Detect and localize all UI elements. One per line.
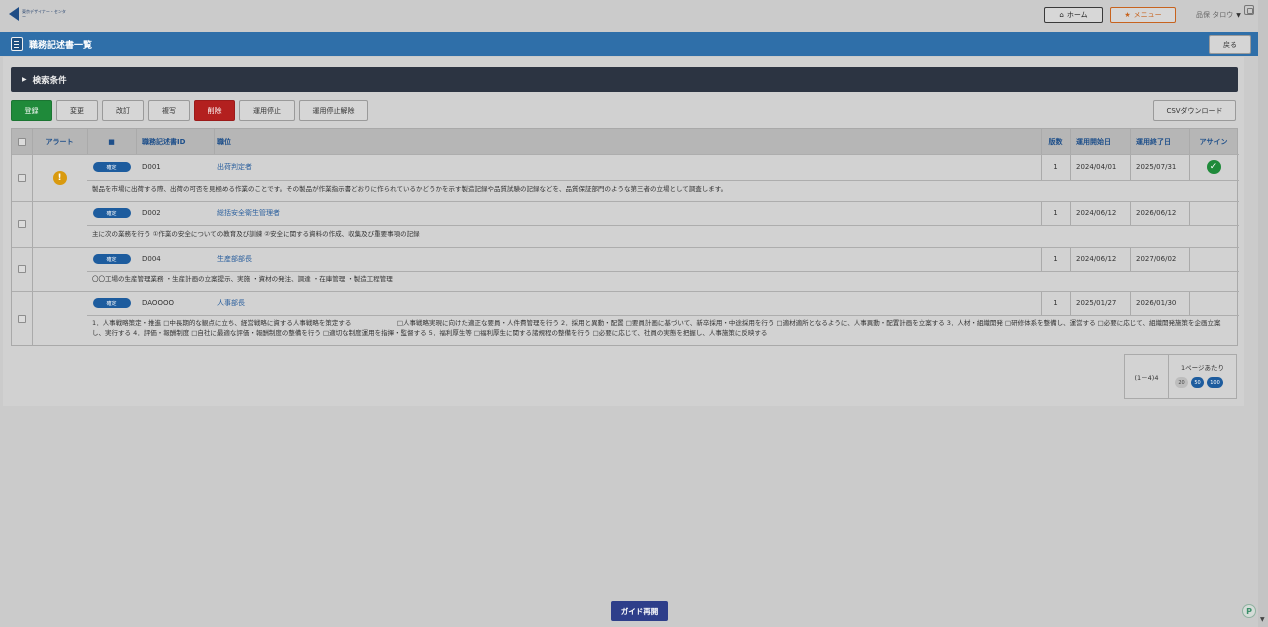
- unsuspend-button[interactable]: 運用停止解除: [299, 100, 368, 121]
- position-link[interactable]: 生産部部長: [217, 247, 252, 271]
- register-button[interactable]: 登録: [11, 100, 52, 121]
- star-icon: ★: [1124, 11, 1131, 19]
- per-page-label: 1ページあたり: [1180, 364, 1224, 372]
- search-conditions-label: 検索条件: [32, 75, 67, 86]
- pager-range: (1－4)4: [1125, 355, 1169, 398]
- row-version: 1: [1053, 299, 1058, 307]
- help-chat-icon[interactable]: P: [1242, 604, 1256, 618]
- guide-resume-button[interactable]: ガイド再開: [611, 601, 668, 621]
- table-row: [12, 154, 32, 201]
- row-description: 〇〇工場の生産管理業務 ・生産計画の立案提示、実施 ・資材の発注、調達 ・在庫管…: [92, 275, 393, 283]
- fullscreen-icon[interactable]: [1244, 5, 1254, 15]
- main-content: ▶ 検索条件 登録 変更 改訂 複写 削除 運用停止 運用停止解除 CSVダウン…: [3, 57, 1244, 406]
- caret-down-icon: ▼: [1236, 11, 1241, 19]
- page-scrollbar[interactable]: [1258, 0, 1268, 627]
- alert-icon: !: [52, 170, 67, 185]
- page-size-20[interactable]: 20: [1175, 377, 1188, 388]
- row-start-date: 2024/04/01: [1076, 163, 1117, 171]
- select-all-checkbox[interactable]: [18, 137, 26, 146]
- home-button[interactable]: ⌂ ホーム: [1044, 7, 1103, 23]
- status-badge: 確定: [92, 162, 131, 172]
- row-id: D002: [142, 209, 161, 217]
- menu-label: メニュー: [1133, 11, 1162, 19]
- header-position[interactable]: 職位: [217, 129, 517, 154]
- delete-button[interactable]: 削除: [194, 100, 235, 121]
- suspend-button[interactable]: 運用停止: [239, 100, 295, 121]
- page-size-100[interactable]: 100: [1207, 377, 1223, 388]
- row-checkbox[interactable]: [18, 173, 26, 182]
- position-link[interactable]: 人事部長: [217, 291, 245, 315]
- search-conditions-toggle[interactable]: ▶ 検索条件: [11, 67, 1238, 92]
- triangle-right-icon: ▶: [22, 76, 27, 83]
- header-version[interactable]: 版数: [1041, 129, 1070, 154]
- row-end-date: 2026/01/30: [1136, 299, 1177, 307]
- row-description: 製品を市場に出荷する際、出荷の可否を見極める作業のことです。その製品が作業指示書…: [92, 185, 728, 193]
- page-title: 職務記述書一覧: [29, 41, 93, 51]
- revise-button[interactable]: 改訂: [102, 100, 144, 121]
- header-alert[interactable]: アラート: [32, 129, 87, 154]
- row-start-date: 2025/01/27: [1076, 299, 1117, 307]
- row-id: D001: [142, 163, 161, 171]
- table-row: [12, 201, 32, 247]
- job-description-table: アラート ■ 職務記述書ID 職位 版数 運用開始日 運用終了日 アサイン ! …: [11, 128, 1239, 346]
- status-badge: 確定: [92, 254, 131, 264]
- row-start-date: 2024/06/12: [1076, 255, 1117, 263]
- table-row: [12, 291, 32, 346]
- row-checkbox[interactable]: [18, 220, 26, 228]
- user-dropdown[interactable]: 品保 タロウ ▼: [1188, 7, 1246, 23]
- header-mark[interactable]: ■: [87, 129, 136, 154]
- document-icon: [11, 37, 23, 51]
- company-logo[interactable]: 東京デザイナー・センター: [9, 6, 69, 22]
- row-version: 1: [1053, 255, 1058, 263]
- page-title-bar: 職務記述書一覧 戻る: [0, 32, 1258, 56]
- row-start-date: 2024/06/12: [1076, 209, 1117, 217]
- row-checkbox[interactable]: [18, 314, 26, 323]
- position-link[interactable]: 総括安全衛生管理者: [217, 201, 280, 225]
- scroll-down-icon[interactable]: ▼: [1260, 616, 1265, 623]
- pagination: (1－4)4 1ページあたり 20 50 100: [1124, 354, 1237, 399]
- page-size-options: 20 50 100: [1175, 377, 1223, 388]
- action-toolbar: 登録 変更 改訂 複写 削除 運用停止 運用停止解除: [11, 100, 368, 121]
- header-id[interactable]: 職務記述書ID: [142, 129, 214, 154]
- row-description: 1．人事戦略策定・推進 □中長期的な観点に立ち、経営戦略に資する人事戦略を策定す…: [92, 319, 1221, 337]
- csv-download-button[interactable]: CSVダウンロード: [1153, 100, 1236, 121]
- home-icon: ⌂: [1059, 11, 1064, 19]
- row-end-date: 2025/07/31: [1136, 163, 1177, 171]
- table-row: [12, 247, 32, 291]
- row-version: 1: [1053, 163, 1058, 171]
- page-size-50[interactable]: 50: [1191, 377, 1204, 388]
- row-end-date: 2026/06/12: [1136, 209, 1177, 217]
- logo-mark-icon: [9, 7, 19, 21]
- row-description: 主に次の業務を行う ①作業の安全についての教育及び訓練 ②安全に関する資料の作成…: [92, 230, 420, 238]
- row-id: D004: [142, 255, 161, 263]
- row-checkbox[interactable]: [18, 265, 26, 273]
- status-badge: 確定: [92, 208, 131, 218]
- copy-button[interactable]: 複写: [148, 100, 190, 121]
- logo-text: 東京デザイナー・センター: [22, 9, 66, 19]
- header-start-date[interactable]: 運用開始日: [1076, 129, 1130, 154]
- row-version: 1: [1053, 209, 1058, 217]
- top-bar: 東京デザイナー・センター ⌂ ホーム ★ メニュー 品保 タロウ ▼: [0, 0, 1258, 32]
- edit-button[interactable]: 変更: [56, 100, 98, 121]
- assigned-check-icon: ✓: [1206, 160, 1221, 174]
- row-end-date: 2027/06/02: [1136, 255, 1177, 263]
- select-all-cell: [12, 129, 32, 154]
- user-name: 品保 タロウ: [1196, 11, 1234, 19]
- back-button[interactable]: 戻る: [1209, 35, 1251, 54]
- position-link[interactable]: 出荷判定者: [217, 154, 252, 180]
- row-id: DAOOOO: [142, 299, 174, 307]
- header-end-date[interactable]: 運用終了日: [1136, 129, 1189, 154]
- menu-button[interactable]: ★ メニュー: [1110, 7, 1176, 23]
- header-assign[interactable]: アサイン: [1189, 129, 1238, 154]
- status-badge: 確定: [92, 298, 131, 308]
- home-label: ホーム: [1066, 11, 1088, 19]
